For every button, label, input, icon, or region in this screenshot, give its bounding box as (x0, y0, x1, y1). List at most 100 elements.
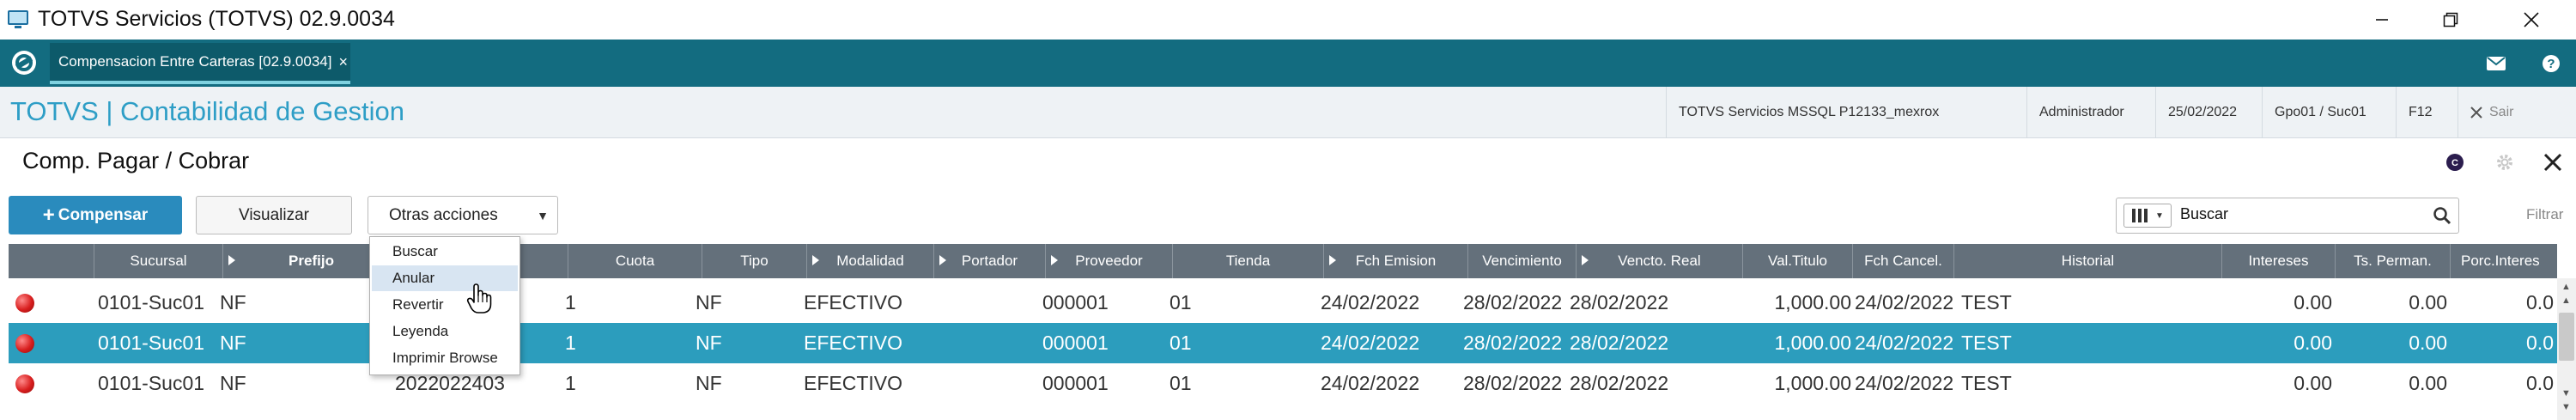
close-window-button[interactable] (2497, 0, 2566, 40)
header-vencto-real-label: Vencto. Real (1618, 253, 1701, 269)
header-portador[interactable]: Portador (934, 244, 1046, 278)
cell-tipo: NF (696, 332, 722, 354)
visualizar-label: Visualizar (238, 205, 310, 224)
close-x-icon (2543, 153, 2562, 172)
status-key[interactable]: F12 (2396, 87, 2458, 137)
cell-cuota: 1 (565, 372, 576, 394)
module-title: TOTVS | Contabilidad de Gestion (10, 96, 404, 126)
tab-bar (0, 40, 2576, 87)
compensar-button[interactable]: + Compensar (9, 196, 182, 234)
cell-modalidad: EFECTIVO (804, 372, 903, 394)
cell-valor: 1,000.00 (1774, 332, 1851, 354)
header-porc-interes[interactable]: Porc.Interes (2451, 244, 2557, 278)
close-icon (2524, 12, 2539, 27)
scroll-thumb[interactable] (2559, 313, 2574, 361)
window-title: TOTVS Servicios (TOTVS) 02.9.0034 (38, 7, 395, 31)
columns-button[interactable]: ▼ (2123, 204, 2172, 228)
mail-button[interactable] (2475, 40, 2518, 87)
header-ts-perman[interactable]: Ts. Perman. (2336, 244, 2451, 278)
header-fch-cancel[interactable]: Fch Cancel. (1853, 244, 1954, 278)
cell-porc: 0.0 (2526, 291, 2554, 313)
header-historial[interactable]: Historial (1954, 244, 2222, 278)
header-sucursal[interactable]: Sucursal (94, 244, 223, 278)
menu-item-label: Leyenda (392, 323, 449, 339)
cell-tienda: 01 (1170, 291, 1192, 313)
cell-valor: 1,000.00 (1774, 291, 1851, 313)
scroll-up-icon[interactable]: ▲ (2561, 295, 2571, 306)
cell-porc: 0.0 (2526, 332, 2554, 354)
header-modalidad[interactable]: Modalidad (807, 244, 934, 278)
cell-tienda: 01 (1170, 372, 1192, 394)
header-tienda[interactable]: Tienda (1173, 244, 1324, 278)
menu-item-label: Revertir (392, 296, 444, 313)
minimize-icon (2376, 19, 2388, 21)
exit-button[interactable]: Sair (2458, 87, 2576, 137)
status-user: Administrador (2026, 87, 2155, 137)
header-tienda-label: Tienda (1225, 253, 1271, 269)
scroll-top-icon[interactable]: ▲ (2561, 282, 2571, 292)
cell-perman: 0.00 (2409, 372, 2447, 394)
cell-emision: 24/02/2022 (1321, 372, 1420, 394)
cell-vencto-real: 28/02/2022 (1570, 372, 1669, 394)
header-vencimiento[interactable]: Vencimiento (1468, 244, 1577, 278)
cell-intereses: 0.00 (2293, 291, 2332, 313)
visualizar-button[interactable]: Visualizar (196, 196, 352, 234)
tab-label: Compensacion Entre Carteras [02.9.0034] (58, 53, 332, 70)
scroll-down-icon[interactable]: ▼ (2561, 388, 2571, 399)
status-group[interactable]: Gpo01 / Suc01 (2262, 87, 2396, 137)
otras-acciones-label: Otras acciones (389, 205, 498, 224)
menu-item-anular[interactable]: Anular (372, 265, 518, 291)
header-intereses[interactable]: Intereses (2222, 244, 2336, 278)
tab-close-icon[interactable]: × (338, 53, 348, 71)
cell-prefijo: NF (220, 332, 246, 354)
cell-historial: TEST (1961, 332, 2012, 354)
header-cuota-label: Cuota (615, 253, 655, 269)
gear-icon[interactable] (2494, 152, 2515, 177)
cell-historial: TEST (1961, 372, 2012, 394)
close-x-icon (2470, 106, 2482, 119)
filter-link[interactable]: Filtrar (2526, 206, 2563, 223)
header-vencto-real[interactable]: Vencto. Real (1577, 244, 1743, 278)
cell-perman: 0.00 (2409, 332, 2447, 354)
header-cuota[interactable]: Cuota (568, 244, 702, 278)
scroll-bottom-icon[interactable]: ▼ (2561, 402, 2571, 412)
header-val-titulo[interactable]: Val.Titulo (1743, 244, 1853, 278)
header-intereses-label: Intereses (2248, 253, 2309, 269)
cell-cuota: 1 (565, 291, 576, 313)
sort-arrow-icon (812, 255, 819, 265)
cell-historial: TEST (1961, 291, 2012, 313)
search-input[interactable]: Buscar (2180, 205, 2228, 223)
otras-acciones-menu: Buscar Anular Revertir Leyenda Imprimir … (369, 236, 520, 375)
totvs-logo-icon[interactable] (10, 49, 38, 76)
header-sucursal-label: Sucursal (130, 253, 187, 269)
cell-cancel: 24/02/2022 (1855, 332, 1954, 354)
tab-compensacion[interactable]: Compensacion Entre Carteras [02.9.0034] … (50, 43, 350, 84)
close-page-button[interactable] (2543, 153, 2562, 176)
help-button[interactable]: ? (2530, 40, 2573, 87)
menu-item-buscar[interactable]: Buscar (372, 239, 518, 265)
vertical-scrollbar[interactable]: ▲ ▲ ▼ ▼ (2557, 278, 2576, 420)
header-modalidad-label: Modalidad (836, 253, 904, 269)
menu-item-imprimir-browse[interactable]: Imprimir Browse (372, 345, 518, 371)
svg-text:C: C (2451, 158, 2458, 168)
cell-intereses: 0.00 (2293, 372, 2332, 394)
header-fch-emision[interactable]: Fch Emision (1324, 244, 1468, 278)
circle-c-icon[interactable]: C (2445, 153, 2464, 176)
menu-item-revertir[interactable]: Revertir (372, 292, 518, 318)
cell-modalidad: EFECTIVO (804, 332, 903, 354)
header-tipo[interactable]: Tipo (702, 244, 807, 278)
header-proveedor[interactable]: Proveedor (1046, 244, 1173, 278)
cell-cancel: 24/02/2022 (1855, 291, 1954, 313)
cell-intereses: 0.00 (2293, 332, 2332, 354)
maximize-button[interactable] (2416, 0, 2485, 40)
status-group-text: Gpo01 / Suc01 (2275, 104, 2366, 119)
menu-item-leyenda[interactable]: Leyenda (372, 319, 518, 344)
status-red-dot-icon (15, 374, 34, 393)
header-ts-perman-label: Ts. Perman. (2354, 253, 2432, 269)
header-fch-emision-label: Fch Emision (1355, 253, 1437, 269)
search-icon[interactable] (2433, 206, 2451, 229)
header-proveedor-label: Proveedor (1075, 253, 1143, 269)
minimize-button[interactable] (2348, 0, 2416, 40)
cell-proveedor: 000001 (1042, 372, 1109, 394)
otras-acciones-dropdown[interactable]: Otras acciones ▼ (368, 196, 558, 234)
